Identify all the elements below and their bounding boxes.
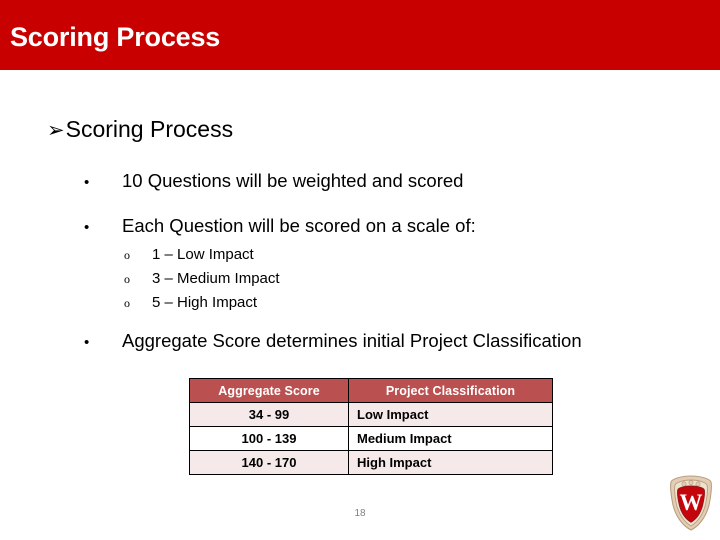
bullet-dot-icon: • <box>84 334 90 351</box>
slide-title-bar: Scoring Process <box>0 0 720 70</box>
bullet-item-3-label: Aggregate Score determines initial Proje… <box>122 330 582 351</box>
uw-madison-crest-logo: W <box>668 474 714 532</box>
circle-bullet-icon: o <box>124 248 130 262</box>
bullet-item-2-label: Each Question will be scored on a scale … <box>122 215 476 236</box>
scoring-table: Aggregate Score Project Classification 3… <box>189 378 553 475</box>
table-header-aggregate-score: Aggregate Score <box>189 378 349 403</box>
arrow-bullet-icon: ➢ <box>47 119 65 142</box>
bullet-dot-icon: • <box>84 219 90 236</box>
sub-bullet-item-3-label: 5 – High Impact <box>152 294 258 311</box>
bullet-item-1-label: 10 Questions will be weighted and scored <box>122 170 464 191</box>
table-cell-classification: Low Impact <box>348 402 553 427</box>
content-heading-label: Scoring Process <box>65 116 234 142</box>
bullet-item-1: • 10 Questions will be weighted and scor… <box>84 170 463 192</box>
table-row: 34 - 99 Low Impact <box>189 402 553 427</box>
content-heading: ➢ Scoring Process <box>47 116 233 143</box>
sub-bullet-item-1: o 1 – Low Impact <box>124 246 280 270</box>
sub-bullet-item-3: o 5 – High Impact <box>124 294 280 318</box>
circle-bullet-icon: o <box>124 272 130 286</box>
circle-bullet-icon: o <box>124 296 130 310</box>
table-cell-classification: Medium Impact <box>348 426 553 451</box>
sub-bullet-item-1-label: 1 – Low Impact <box>152 246 254 263</box>
sub-bullet-list: o 1 – Low Impact o 3 – Medium Impact o 5… <box>124 246 280 318</box>
bullet-item-2: • Each Question will be scored on a scal… <box>84 215 476 237</box>
table-cell-score: 140 - 170 <box>189 450 349 475</box>
table-cell-score: 100 - 139 <box>189 426 349 451</box>
sub-bullet-item-2-label: 3 – Medium Impact <box>152 270 280 287</box>
table-header-row: Aggregate Score Project Classification <box>189 378 553 403</box>
table-cell-score: 34 - 99 <box>189 402 349 427</box>
table-header-project-classification: Project Classification <box>348 378 553 403</box>
svg-text:W: W <box>680 490 703 515</box>
slide-body: ➢ Scoring Process • 10 Questions will be… <box>0 70 720 540</box>
bullet-item-3: • Aggregate Score determines initial Pro… <box>84 330 582 352</box>
bullet-dot-icon: • <box>84 174 90 191</box>
page-title: Scoring Process <box>10 22 221 52</box>
table-cell-classification: High Impact <box>348 450 553 475</box>
table-row: 140 - 170 High Impact <box>189 450 553 475</box>
page-number: 18 <box>354 508 366 519</box>
sub-bullet-item-2: o 3 – Medium Impact <box>124 270 280 294</box>
table-row: 100 - 139 Medium Impact <box>189 426 553 451</box>
